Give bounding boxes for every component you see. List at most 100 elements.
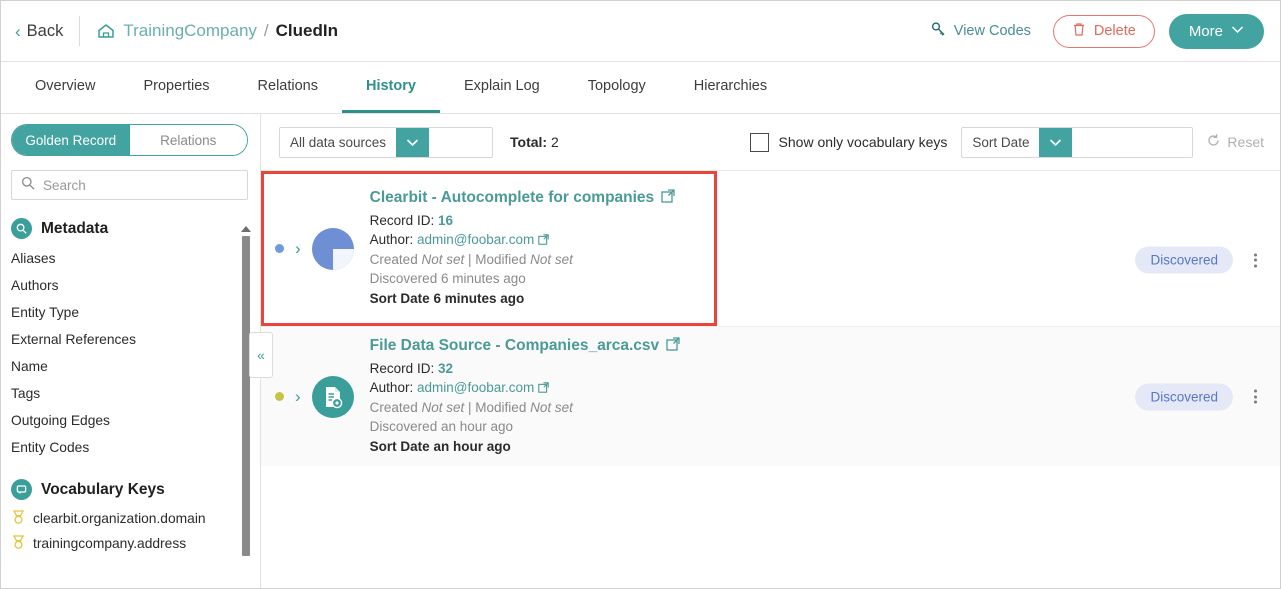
key-icon (930, 21, 947, 42)
sidebar-view-toggle: Golden Record Relations (11, 124, 248, 156)
tab-relations[interactable]: Relations (234, 62, 342, 113)
toggle-relations[interactable]: Relations (129, 125, 247, 155)
record-title[interactable]: Clearbit - Autocomplete for companies (370, 189, 696, 208)
record-details: File Data Source - Companies_arca.csv Re… (370, 337, 1262, 457)
history-toolbar: All data sources Total: 2 Show only voca… (261, 114, 1280, 171)
breadcrumb-company[interactable]: TrainingCompany (123, 21, 257, 41)
expand-chevron-icon[interactable]: › (295, 387, 301, 407)
breadcrumb-current: CluedIn (275, 21, 338, 40)
record-id-line: Record ID: 32 (370, 359, 1262, 379)
sidebar-collapse-button[interactable]: « (249, 332, 273, 378)
reset-button[interactable]: Reset (1206, 133, 1264, 151)
created-value: Not set (421, 251, 465, 267)
tab-topology[interactable]: Topology (564, 62, 670, 113)
sidebar-item-tags[interactable]: Tags (1, 380, 260, 407)
sidebar-search[interactable]: Search (11, 170, 248, 200)
record-row-actions: Discovered (1135, 246, 1262, 274)
more-button[interactable]: More (1168, 13, 1264, 49)
status-badge[interactable]: Discovered (1135, 383, 1233, 410)
breadcrumb: TrainingCompany / CluedIn (96, 21, 338, 41)
created-label: Created (369, 251, 418, 267)
back-button[interactable]: ‹ Back (15, 22, 79, 41)
external-link-icon[interactable] (538, 380, 549, 395)
sidebar-item-authors[interactable]: Authors (1, 272, 260, 299)
kebab-menu-icon[interactable] (1249, 387, 1262, 407)
tab-explain-log[interactable]: Explain Log (440, 62, 564, 113)
sort-select[interactable]: Sort Date (961, 126, 1194, 158)
status-badge[interactable]: Discovered (1135, 246, 1233, 274)
sidebar-item-aliases[interactable]: Aliases (1, 245, 260, 272)
vocabulary-key-label: trainingcompany.address (33, 536, 187, 551)
modified-value: Not set (530, 399, 573, 415)
vocabulary-key-item[interactable]: clearbit.organization.domain (1, 506, 260, 531)
sort-select-value: Sort Date (972, 134, 1030, 150)
record-id-value: 16 (437, 212, 453, 228)
magnifier-circle-icon (11, 218, 32, 239)
data-source-select[interactable]: All data sources (279, 126, 493, 158)
checkbox-box[interactable] (749, 132, 769, 152)
chevron-down-icon[interactable] (396, 127, 430, 157)
status-dot (275, 392, 284, 401)
record-title-text: File Data Source - Companies_arca.csv (369, 337, 660, 355)
sidebar-item-external-references[interactable]: External References (1, 326, 260, 353)
tab-properties[interactable]: Properties (119, 62, 233, 113)
modified-value: Not set (530, 251, 573, 267)
expand-chevron-icon[interactable]: › (295, 239, 301, 259)
record-details: Clearbit - Autocomplete for companies Re… (370, 189, 696, 309)
view-codes-label: View Codes (953, 23, 1031, 39)
author-value[interactable]: admin@foobar.com (417, 232, 534, 247)
created-modified-line: Created Not set | Modified Not set (370, 250, 696, 270)
sort-date-line: Sort Date an hour ago (370, 437, 1262, 457)
record-list: › Clearbit - Autocomplete for companies (261, 171, 1280, 588)
discovered-label: Discovered (369, 271, 438, 287)
author-value[interactable]: admin@foobar.com (417, 380, 534, 395)
kebab-menu-icon[interactable] (1249, 250, 1262, 270)
discovered-value: an hour ago (440, 419, 514, 435)
author-line: Author: admin@foobar.com (370, 230, 696, 250)
vocabulary-key-icon (11, 534, 26, 553)
chevron-down-icon (1231, 25, 1244, 37)
toggle-golden-record[interactable]: Golden Record (12, 125, 130, 155)
record-id-value: 32 (437, 360, 453, 376)
chevron-down-icon[interactable] (1039, 127, 1073, 157)
record-row[interactable]: › Clearbit - Autocomplete for companies (261, 171, 717, 326)
sidebar-item-entity-codes[interactable]: Entity Codes (1, 434, 260, 461)
trash-icon (1072, 22, 1086, 41)
home-icon (96, 21, 116, 41)
external-link-icon[interactable] (661, 189, 675, 208)
more-label: More (1188, 22, 1223, 40)
sidebar-scrollbar[interactable] (241, 226, 251, 588)
scrollbar-thumb[interactable] (242, 236, 250, 556)
tab-hierarchies[interactable]: Hierarchies (670, 62, 791, 113)
tab-overview[interactable]: Overview (11, 62, 119, 113)
cluedin-entity-history-page: ‹ Back TrainingCompany / CluedIn View Co… (0, 0, 1281, 589)
author-line: Author: admin@foobar.com (370, 378, 1262, 398)
discovered-line: Discovered 6 minutes ago (370, 269, 696, 289)
view-codes-button[interactable]: View Codes (930, 21, 1031, 42)
total-label: Total: (510, 134, 548, 150)
created-modified-separator: | (468, 251, 472, 267)
back-label: Back (26, 21, 64, 40)
reset-label: Reset (1227, 134, 1264, 150)
external-link-icon[interactable] (538, 232, 549, 247)
created-label: Created (369, 399, 418, 415)
show-only-vocabulary-keys-checkbox[interactable]: Show only vocabulary keys (749, 132, 947, 152)
tab-history[interactable]: History (341, 62, 440, 113)
record-title[interactable]: File Data Source - Companies_arca.csv (370, 337, 1262, 356)
page-body: Golden Record Relations Search Metadata … (1, 114, 1280, 588)
vocabulary-key-icon (11, 509, 26, 528)
sidebar-section-vocabulary-keys: Vocabulary Keys (11, 479, 260, 500)
tab-bar: Overview Properties Relations History Ex… (1, 62, 1280, 114)
scroll-up-arrow-icon[interactable] (241, 226, 251, 232)
vocabulary-keys-title: Vocabulary Keys (41, 480, 165, 498)
vocabulary-key-item[interactable]: trainingcompany.address (1, 531, 260, 556)
sidebar-item-entity-type[interactable]: Entity Type (1, 299, 260, 326)
record-row[interactable]: › File Data Source - Companies_arca.csv … (261, 326, 1280, 466)
sidebar-item-outgoing-edges[interactable]: Outgoing Edges (1, 407, 260, 434)
discovered-label: Discovered (369, 419, 438, 435)
metadata-title: Metadata (41, 219, 109, 237)
delete-button[interactable]: Delete (1052, 14, 1155, 48)
main-panel: All data sources Total: 2 Show only voca… (261, 114, 1280, 588)
external-link-icon[interactable] (666, 337, 680, 356)
sidebar-item-name[interactable]: Name (1, 353, 260, 380)
